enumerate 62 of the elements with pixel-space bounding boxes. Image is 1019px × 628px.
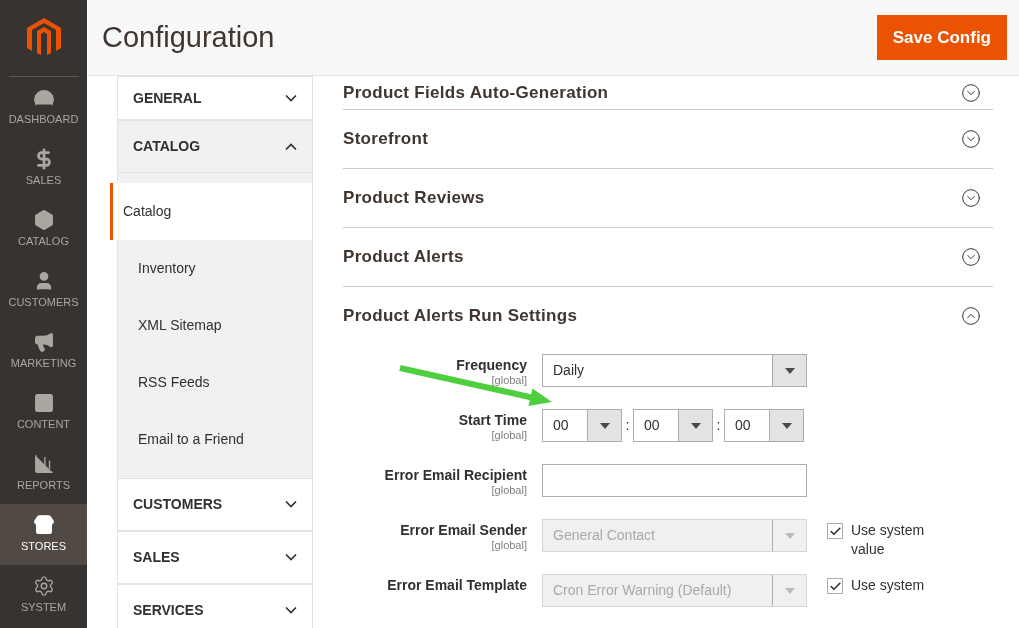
config-tab[interactable]: CUSTOMERS xyxy=(117,478,313,531)
scope-label: [global] xyxy=(491,539,527,552)
config-subtab[interactable]: XML Sitemap xyxy=(118,297,312,354)
nav-item[interactable]: CUSTOMERS xyxy=(0,260,87,321)
time-separator: : xyxy=(715,416,722,435)
input-field[interactable] xyxy=(542,464,807,497)
field-label: Start Time xyxy=(458,411,527,429)
section-header[interactable]: Product Fields Auto-Generation xyxy=(343,76,993,110)
section-header[interactable]: Product Alerts xyxy=(343,228,993,287)
scope-label: [global] xyxy=(491,484,527,497)
config-subtab[interactable]: Email to a Friend xyxy=(118,411,312,468)
config-tab[interactable]: SALES xyxy=(117,531,313,584)
nav-item[interactable]: CATALOG xyxy=(0,199,87,260)
nav-item[interactable]: REPORTS xyxy=(0,443,87,504)
chevron-down-icon xyxy=(285,554,297,561)
chevron-down-icon xyxy=(285,607,297,614)
page-title: Configuration xyxy=(102,19,275,55)
section-header[interactable]: Product Reviews xyxy=(343,169,993,228)
chevron-down-icon xyxy=(285,501,297,508)
expand-icon xyxy=(961,129,981,149)
config-subtab[interactable]: RSS Feeds xyxy=(118,354,312,411)
time-select[interactable]: 00 xyxy=(724,409,804,442)
section-header[interactable]: Storefront xyxy=(343,110,993,169)
field-label: Error Email Sender xyxy=(400,521,527,539)
save-config-button[interactable]: Save Config xyxy=(876,15,1007,60)
store-icon xyxy=(32,514,55,537)
field-label: Error Email Recipient xyxy=(384,466,527,484)
select-field[interactable]: Daily xyxy=(542,354,807,387)
config-subtab[interactable]: Inventory xyxy=(118,240,312,297)
nav-item[interactable]: STORES xyxy=(0,504,87,565)
nav-item[interactable]: SYSTEM xyxy=(0,565,87,626)
scope-label: [global] xyxy=(491,429,527,442)
field-label: Frequency xyxy=(456,356,527,374)
dropdown-caret-icon xyxy=(769,410,803,441)
config-tab[interactable]: SERVICES xyxy=(117,584,313,628)
expand-icon xyxy=(961,188,981,208)
expand-icon xyxy=(961,82,981,103)
time-select[interactable]: 00 xyxy=(633,409,713,442)
settings-icon xyxy=(32,575,55,598)
expand-icon xyxy=(961,247,981,267)
dropdown-caret-icon xyxy=(587,410,621,441)
time-select[interactable]: 00 xyxy=(542,409,622,442)
dropdown-caret-icon xyxy=(772,355,806,386)
field-label: Error Email Template xyxy=(387,576,527,594)
collapse-icon xyxy=(961,306,981,326)
chevron-down-icon xyxy=(285,94,297,102)
dropdown-caret-icon xyxy=(678,410,712,441)
section-header[interactable]: Product Alerts Run Settings xyxy=(343,287,993,346)
checkbox-label: Use system xyxy=(851,576,925,595)
nav-item[interactable]: CONTENT xyxy=(0,382,87,443)
checkbox-label: Use system value xyxy=(851,521,926,559)
megaphone-icon xyxy=(32,331,55,354)
nav-item[interactable]: SALES xyxy=(0,138,87,199)
time-separator: : xyxy=(624,416,631,435)
scope-label: [global] xyxy=(491,374,527,387)
config-tab[interactable]: CATALOG xyxy=(117,120,313,173)
logo-icon[interactable] xyxy=(26,18,61,58)
chevron-up-icon xyxy=(285,143,297,150)
config-tab[interactable]: GENERAL xyxy=(117,76,313,120)
config-subtab[interactable]: Catalog xyxy=(110,183,312,240)
nav-item[interactable]: MARKETING xyxy=(0,321,87,382)
nav-item[interactable]: DASHBOARD xyxy=(0,77,87,138)
